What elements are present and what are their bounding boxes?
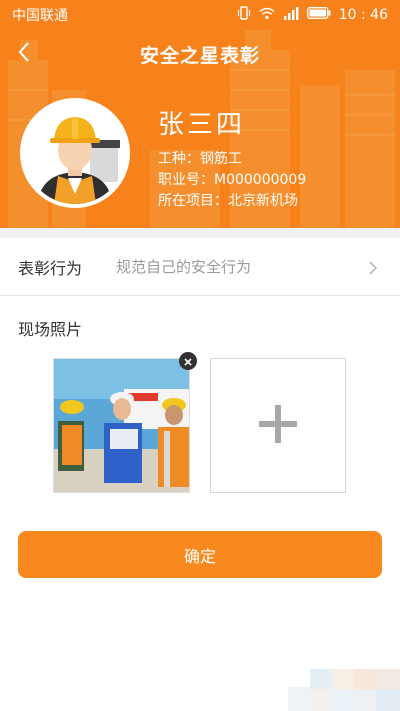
praise-behavior-value: 规范自己的安全行为 bbox=[116, 258, 252, 276]
status-icons: 10 : 46 bbox=[237, 6, 388, 24]
clock: 10 : 46 bbox=[338, 7, 388, 23]
header: 中国联通 10 : 46 安全之星表彰 张三四 工种：钢筋工 职业号：M0000… bbox=[0, 0, 400, 228]
worker-id: 职业号：M000000009 bbox=[158, 172, 307, 188]
battery-icon bbox=[306, 7, 331, 23]
job-type: 工种：钢筋工 bbox=[158, 151, 242, 167]
signal-icon bbox=[283, 6, 299, 24]
corner-watermark bbox=[288, 669, 400, 711]
praise-behavior-row[interactable]: 表彰行为 规范自己的安全行为 bbox=[0, 238, 400, 296]
photo-grid bbox=[0, 352, 400, 502]
back-arrow-icon bbox=[17, 41, 31, 67]
page-title: 安全之星表彰 bbox=[139, 44, 260, 67]
praise-behavior-label: 表彰行为 bbox=[18, 258, 83, 278]
avatar bbox=[20, 98, 130, 208]
photos-label: 现场照片 bbox=[18, 320, 83, 339]
title-bar: 安全之星表彰 bbox=[0, 34, 400, 74]
worker-name: 张三四 bbox=[158, 110, 246, 140]
carrier-name: 中国联通 bbox=[12, 8, 68, 24]
worker-avatar-image bbox=[24, 102, 126, 204]
wifi-icon bbox=[259, 7, 275, 24]
confirm-button[interactable]: 确定 bbox=[18, 531, 382, 578]
chevron-right-icon bbox=[368, 260, 382, 275]
vibrate-icon bbox=[237, 6, 251, 24]
close-icon bbox=[183, 352, 193, 371]
remove-photo-button[interactable] bbox=[179, 352, 197, 370]
section-divider bbox=[0, 228, 400, 238]
status-bar: 中国联通 10 : 46 bbox=[0, 0, 400, 30]
plus-icon bbox=[257, 403, 299, 449]
profile-info: 张三四 工种：钢筋工 职业号：M000000009 所在项目：北京新机场 bbox=[158, 104, 306, 212]
project-name: 所在项目：北京新机场 bbox=[158, 193, 298, 209]
site-photo-image bbox=[54, 359, 189, 492]
back-button[interactable] bbox=[10, 40, 38, 68]
site-photo[interactable] bbox=[53, 358, 190, 493]
add-photo-button[interactable] bbox=[210, 358, 346, 493]
